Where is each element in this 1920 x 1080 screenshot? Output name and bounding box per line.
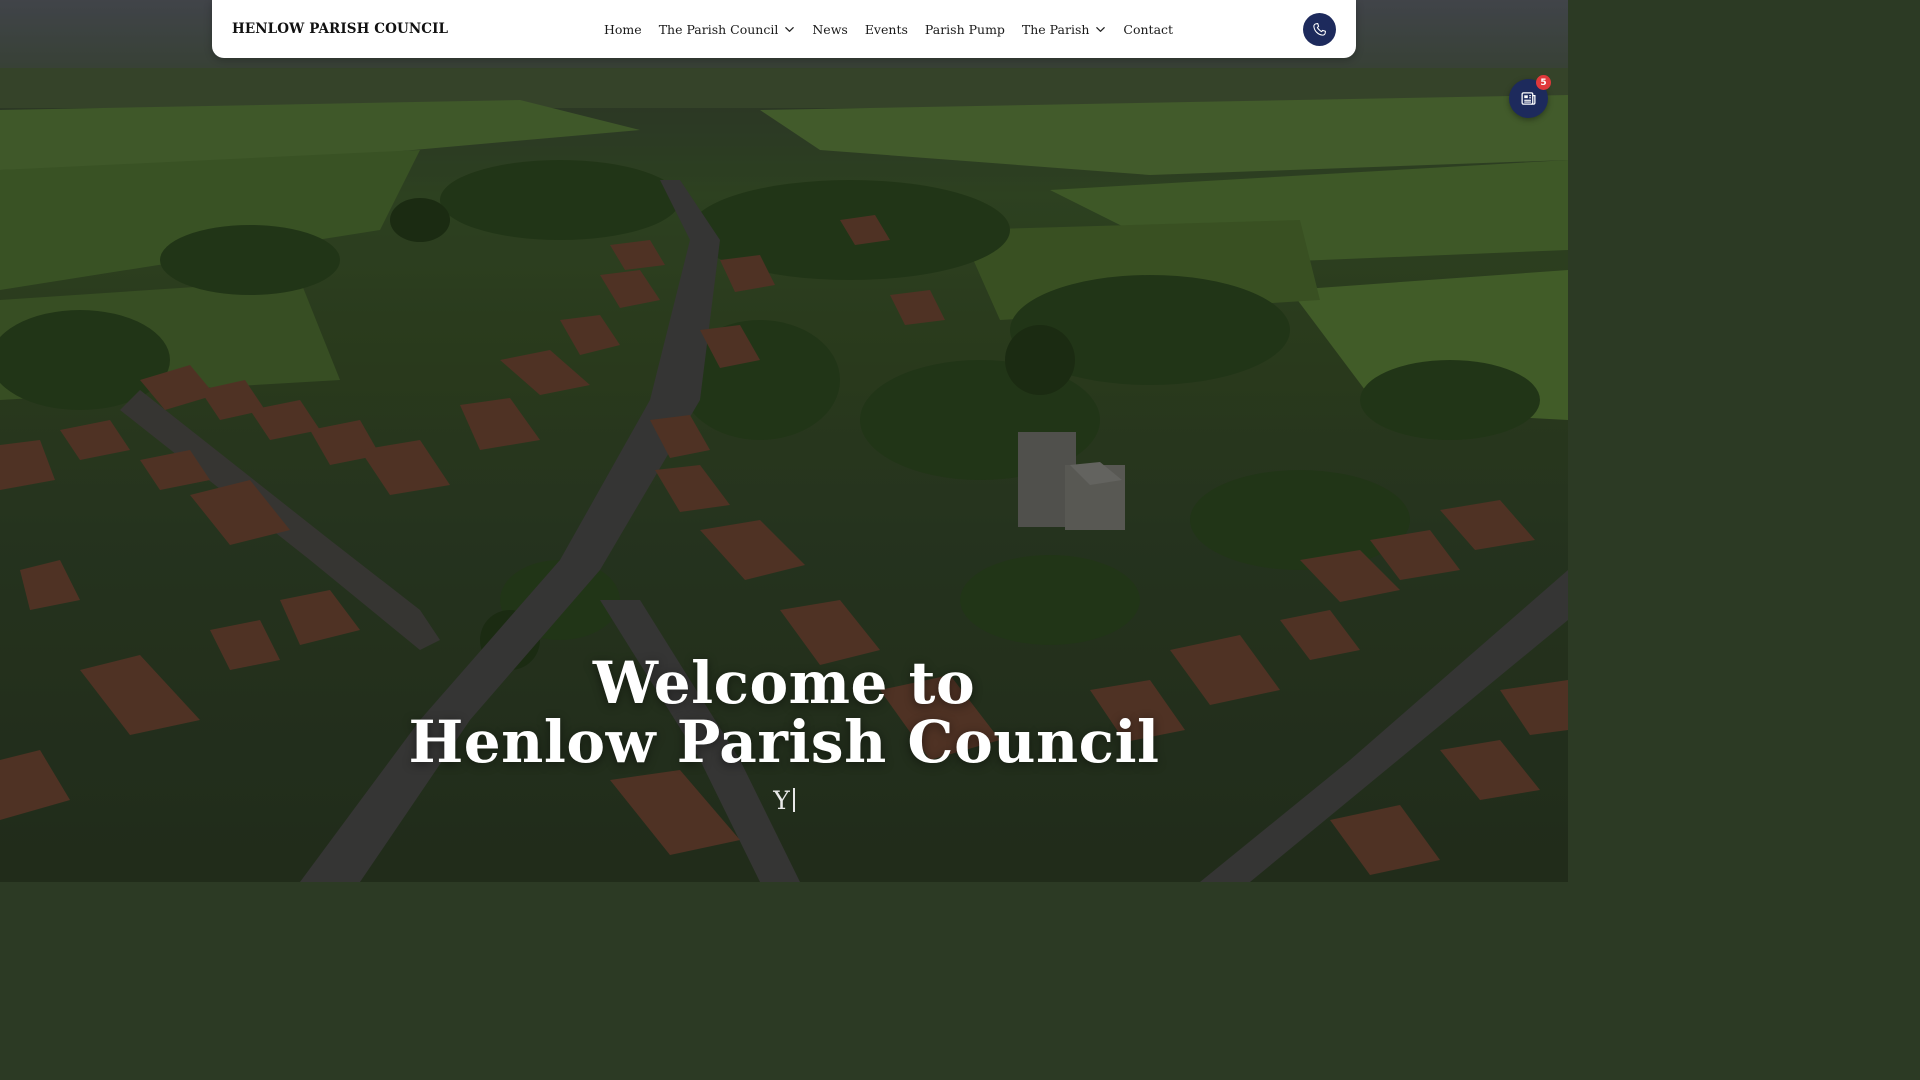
nav-parish-pump[interactable]: Parish Pump — [925, 22, 1005, 37]
nav-news-label: News — [812, 21, 848, 37]
nav-news[interactable]: News — [812, 22, 847, 37]
hero-title-line1: Welcome to — [592, 649, 976, 717]
hero-typed-subtitle: Y — [684, 786, 884, 816]
nav-events-label: Events — [864, 21, 908, 37]
newspaper-icon — [1521, 92, 1536, 105]
nav-the-parish-council[interactable]: The Parish Council — [659, 22, 796, 37]
nav-home[interactable]: Home — [604, 22, 642, 37]
nav-contact[interactable]: Contact — [1123, 22, 1173, 37]
nav-links: Home The Parish Council News Events Pari… — [604, 0, 1173, 58]
hero-title: Welcome to Henlow Parish Council — [384, 654, 1184, 772]
site-brand[interactable]: HENLOW PARISH COUNCIL — [232, 0, 448, 58]
news-count-badge: 5 — [1536, 75, 1551, 90]
nav-home-label: Home — [604, 21, 642, 37]
nav-parish-pump-label: Parish Pump — [924, 21, 1005, 37]
chevron-down-icon — [785, 26, 795, 32]
phone-button[interactable] — [1303, 13, 1336, 46]
hero-title-line2: Henlow Parish Council — [408, 708, 1160, 776]
typing-caret — [792, 788, 795, 812]
nav-events[interactable]: Events — [865, 22, 908, 37]
chevron-down-icon — [1096, 26, 1106, 32]
top-navbar: HENLOW PARISH COUNCIL Home The Parish Co… — [212, 0, 1356, 58]
nav-contact-label: Contact — [1123, 21, 1174, 37]
nav-the-parish[interactable]: The Parish — [1022, 22, 1107, 37]
nav-the-parish-label: The Parish — [1021, 21, 1090, 37]
nav-the-parish-council-label: The Parish Council — [658, 21, 779, 37]
hero-typed-text: Y — [773, 786, 790, 815]
phone-icon — [1313, 23, 1326, 36]
